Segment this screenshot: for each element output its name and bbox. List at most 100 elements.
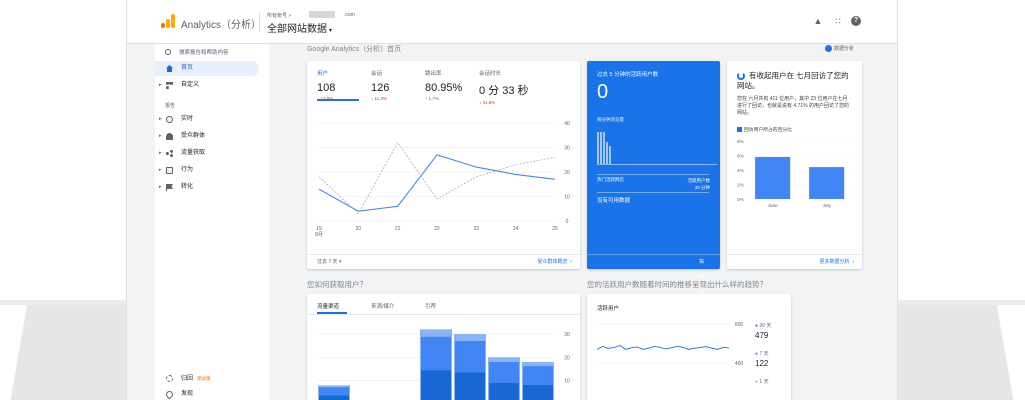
divider	[597, 174, 709, 175]
y-tick-label: 20	[564, 355, 570, 361]
acquisition-bar-segment	[455, 372, 485, 400]
date-range-label: 过去 7 天	[317, 259, 338, 265]
sidebar-item-audience[interactable]: ▸ 受众群体	[155, 129, 259, 144]
divider	[597, 192, 709, 193]
y-tick-label: 6%	[737, 154, 745, 160]
pin-icon	[164, 389, 175, 400]
sidebar-item-label: 转化	[181, 184, 194, 190]
account-domain: .com	[344, 12, 355, 18]
search-icon	[165, 49, 171, 55]
expand-arrow-icon: ▸	[159, 133, 162, 139]
legend-label: 7 天	[759, 351, 769, 357]
x-tick-label: 25	[552, 226, 558, 232]
metric-value: 0 分 33 秒	[479, 85, 529, 97]
realtime-title: 过去 5 分钟的活跃用户数	[597, 72, 659, 78]
chevron-right-icon: ›	[702, 259, 704, 265]
metric-change: ↑ 1.7%	[425, 96, 439, 101]
metric-label: 会话时长	[479, 71, 502, 77]
metric-value: 80.95%	[425, 82, 463, 94]
legend-value: 122	[755, 359, 769, 368]
no-data-message: 没有可用数据	[597, 198, 631, 204]
metric-session-duration[interactable]: 会话时长 0 分 33 秒 ↓ 41.8%	[479, 69, 559, 105]
metric-bounce-rate[interactable]: 跳出率 80.95% ↑ 1.7%	[425, 69, 480, 101]
chart-legend: 回访用户所占的百分比	[737, 126, 792, 133]
active-users-line-chart: 600400200	[596, 322, 743, 367]
y-tick-label: 10	[564, 195, 570, 201]
metric-users[interactable]: 用户 108 ↓ 12.8%	[317, 69, 372, 101]
x-tick-label: July	[822, 203, 831, 209]
sidebar-item-attribution[interactable]: 归因 测试版	[155, 371, 259, 386]
metric-label: 会话	[371, 71, 383, 77]
search-box[interactable]: 搜索报告和帮助内容	[165, 48, 229, 56]
sidebar-item-behavior[interactable]: ▸ 行为	[155, 163, 259, 178]
legend-30-days: ● 30 天 479	[755, 322, 771, 340]
realtime-value: 0	[597, 81, 609, 103]
metric-value: 108	[317, 82, 336, 94]
sidebar-item-discover[interactable]: 发现	[155, 387, 259, 400]
y-tick-label: 10	[564, 379, 570, 385]
y-tick-label: 4%	[737, 168, 745, 174]
loop-icon	[166, 375, 173, 382]
realtime-report-link[interactable]: 实时报告 ›	[699, 255, 712, 310]
acquisition-bar-segment	[523, 385, 553, 400]
help-icon[interactable]: ?	[851, 16, 861, 26]
expand-arrow-icon: ▸	[159, 82, 162, 88]
active-users-question: 您的活跃用户数随着时间的推移呈现出什么样的趋势？	[587, 280, 767, 289]
insights-button[interactable]: 数据分析	[825, 45, 854, 52]
view-name: 全部网站数据	[267, 24, 327, 35]
audience-overview-link[interactable]: 受众群体概览 ›	[538, 255, 572, 270]
y-tick-label: 0	[566, 219, 569, 225]
analytics-logo-icon[interactable]	[161, 14, 175, 28]
selected-metric-indicator	[317, 99, 359, 101]
insight-title: 有收起用户在 七月回访了您的网站。	[737, 71, 849, 90]
account-label[interactable]: 所有帐号 >	[267, 12, 291, 19]
sidebar-item-acquisition[interactable]: ▸ 流量获取	[155, 146, 259, 161]
overview-card-footer: 过去 7 天 ▾ 受众群体概览 ›	[307, 254, 580, 269]
realtime-card-footer: 实时报告 ›	[587, 254, 720, 310]
active-users-card: 活跃用户 600400200 ● 30 天479 ● 7 天122 ● 1 天	[587, 294, 791, 400]
reports-section-label: 报告	[165, 103, 176, 109]
account-name-redacted	[309, 11, 335, 18]
sidebar-item-conversions[interactable]: ▸ 转化	[155, 180, 259, 195]
realtime-card: 过去 5 分钟的活跃用户数 0 每分钟浏览量 热门活跃网页 活跃用户数 30 分钟…	[587, 61, 720, 310]
active-users-header: 活跃用户数 30 分钟	[688, 177, 711, 191]
legend-7-days: ● 7 天 122	[755, 350, 769, 368]
selected-tab-indicator	[317, 312, 347, 314]
tab-traffic-channel[interactable]: 流量渠道	[317, 302, 339, 310]
legend-1-day: ● 1 天	[755, 378, 769, 385]
retention-insight-card: 有收起用户在 七月回访了您的网站。 您在 六月共有 411 位用户，其中 23 …	[727, 61, 862, 269]
acquisition-bar-segment	[489, 383, 519, 400]
sidebar-item-home[interactable]: 首页	[155, 61, 259, 76]
y-tick-label: 30	[564, 332, 570, 338]
metric-sessions[interactable]: 会话 126 ↓ 11.3%	[371, 69, 426, 101]
audience-overview-card: 用户 108 ↓ 12.8% 会话 126 ↓ 11.3% 跳出率 80.95%…	[307, 61, 580, 269]
metric-value: 126	[371, 82, 390, 94]
sidebar-item-customization[interactable]: ▸ 自定义	[155, 78, 259, 93]
pageview-bar	[600, 131, 602, 164]
legend-label: 回访用户所占的百分比	[744, 128, 792, 133]
date-range-selector[interactable]: 过去 7 天 ▾	[317, 255, 341, 270]
legend-dot-icon: ●	[755, 379, 759, 385]
search-placeholder: 搜索报告和帮助内容	[179, 50, 229, 56]
x-tick-label: 23	[474, 226, 480, 232]
bell-icon[interactable]: ▲	[813, 16, 823, 26]
background-shadow-right	[897, 305, 1025, 400]
sidebar: 搜索报告和帮助内容 首页 ▸ 自定义 报告 ▸ 实时 ▸ 受众群体 ▸ 流量获取 ▸ 行为…	[155, 44, 269, 400]
y-tick-label: 8%	[737, 139, 745, 145]
tab-referrals[interactable]: 引荐	[425, 302, 436, 310]
flag-icon	[166, 184, 173, 191]
legend-dot-icon: ●	[755, 351, 759, 357]
view-selector[interactable]: 全部网站数据 ▾	[267, 20, 332, 35]
y-tick-label: 20	[564, 170, 570, 176]
person-icon	[166, 133, 173, 140]
legend-dot-icon: ●	[755, 323, 759, 329]
sidebar-item-realtime[interactable]: ▸ 实时	[155, 112, 259, 127]
legend-value: 479	[755, 331, 769, 340]
tab-source-medium[interactable]: 来源/媒介	[371, 302, 395, 310]
grid-icon	[166, 82, 173, 89]
y-tick-label: 0%	[737, 197, 745, 203]
more-insights-link[interactable]: 更多数据分析 ›	[820, 255, 854, 270]
apps-icon[interactable]: ∷	[833, 16, 843, 26]
tab-divider	[307, 314, 580, 315]
link-label: 受众群体概览	[537, 259, 568, 265]
